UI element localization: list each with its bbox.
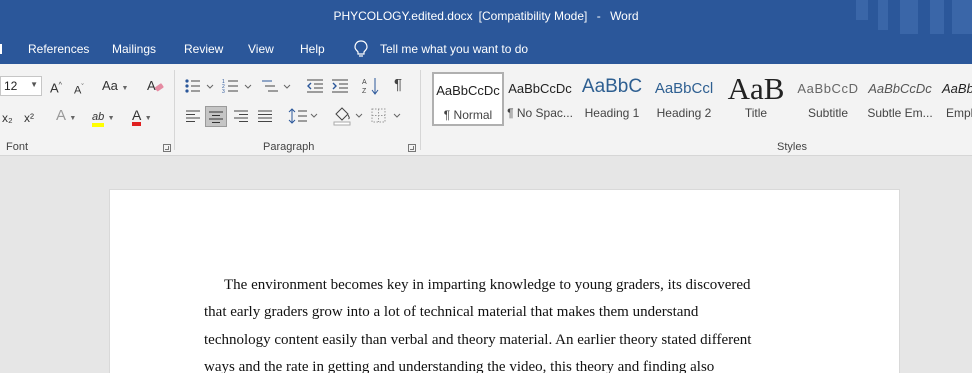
highlight-button[interactable]: ab ▼ (92, 108, 115, 127)
grow-font-button[interactable]: A^ (50, 78, 62, 96)
decrease-indent-icon[interactable] (306, 78, 324, 94)
highlight-label: ab (92, 111, 105, 123)
bullets-icon[interactable] (184, 78, 216, 94)
borders-icon[interactable] (370, 107, 404, 125)
svg-text:Z: Z (362, 88, 367, 95)
tab-view[interactable]: View (248, 42, 274, 56)
svg-text:A: A (362, 79, 367, 86)
document-name: PHYCOLOGY.edited.docx (333, 9, 473, 23)
style-name: Subtitle (807, 106, 849, 120)
style-no-spacing[interactable]: AaBbCcDc ¶ No Spac... (504, 72, 576, 126)
justify-icon[interactable] (256, 108, 274, 124)
document-paragraph[interactable]: The environment becomes key in imparting… (204, 272, 804, 373)
paragraph-line: The environment becomes key in imparting… (224, 277, 751, 293)
styles-group-label: Styles (777, 141, 807, 153)
font-size-value: 12 (4, 79, 18, 93)
shading-icon[interactable] (332, 106, 366, 126)
document-page[interactable]: The environment becomes key in imparting… (109, 189, 900, 373)
font-dialog-launcher[interactable] (163, 144, 171, 152)
font-color-icon: A (132, 107, 142, 126)
paragraph-group-label: Paragraph (263, 141, 315, 153)
style-preview: AaBbCcDc (508, 81, 572, 96)
multilevel-list-icon[interactable] (260, 78, 292, 94)
compatibility-mode: [Compatibility Mode] (478, 9, 588, 23)
style-normal[interactable]: AaBbCcDc ¶ Normal (432, 72, 504, 126)
style-name: Heading 2 (656, 106, 712, 120)
change-case-label: Aa (102, 78, 118, 93)
font-size-box[interactable]: 12 ▼ (0, 76, 42, 96)
shrink-font-button[interactable]: Aˇ (74, 80, 84, 99)
style-preview: AaBbCcDc (868, 81, 932, 96)
text-effects-label: A (56, 107, 66, 124)
style-heading-1[interactable]: AaBbC Heading 1 (576, 72, 648, 126)
style-preview: AaBb (942, 81, 972, 96)
style-preview: AaBbCcDc (436, 83, 500, 98)
style-subtle-emphasis[interactable]: AaBbCcDc Subtle Em... (864, 72, 936, 126)
style-preview: AaBbC (581, 76, 643, 97)
align-right-icon[interactable] (232, 108, 250, 124)
font-group-label: Font (6, 141, 29, 153)
style-name: ¶ Normal (443, 108, 493, 122)
font-color-button[interactable]: A ▼ (132, 108, 152, 127)
tell-me-search[interactable]: Tell me what you want to do (380, 42, 528, 56)
grow-font-label: A (50, 80, 59, 96)
style-title[interactable]: AaB Title (720, 72, 792, 126)
font-color-label: A (132, 107, 142, 123)
paragraph-line: technology content easily than verbal an… (204, 331, 752, 348)
title-bar: PHYCOLOGY.edited.docx [Compatibility Mode… (0, 0, 972, 34)
tab-references[interactable]: References (28, 42, 89, 56)
chevron-down-icon[interactable]: ▼ (30, 80, 38, 89)
ribbon: 12 ▼ A^ Aˇ Aa ▼ A x₂ x² A ▼ ab ▼ A ▼ Fon… (0, 64, 972, 156)
clear-formatting-icon[interactable]: A (146, 77, 164, 95)
window-title: PHYCOLOGY.edited.docx [Compatibility Mode… (0, 9, 972, 23)
style-emphasis[interactable]: AaBb Empl (936, 72, 972, 126)
style-preview: AaBbCcl (654, 80, 714, 97)
group-separator (174, 70, 175, 150)
tab-mailings[interactable]: Mailings (112, 42, 156, 56)
style-name: Empl (946, 106, 972, 120)
tab-help[interactable]: Help (300, 42, 325, 56)
caret-up-icon: ^ (58, 82, 62, 89)
chevron-down-icon: ▼ (121, 85, 129, 92)
style-name: Heading 1 (584, 106, 640, 120)
tab-fragment[interactable] (0, 44, 2, 54)
group-separator (420, 70, 421, 150)
paragraph-dialog-launcher[interactable] (408, 144, 416, 152)
ribbon-tabs: References Mailings Review View Help Tel… (0, 34, 972, 64)
increase-indent-icon[interactable] (331, 78, 349, 94)
align-center-icon (209, 111, 223, 123)
text-effects-button[interactable]: A ▼ (56, 108, 76, 127)
chevron-down-icon: ▼ (144, 115, 152, 122)
paragraph-line: that early graders grow into a lot of te… (204, 304, 699, 321)
align-left-icon[interactable] (184, 108, 202, 124)
style-preview: AaB (727, 72, 785, 106)
style-preview: AaBbCcD (797, 81, 859, 96)
align-center-button[interactable] (205, 106, 227, 127)
style-heading-2[interactable]: AaBbCcl Heading 2 (648, 72, 720, 126)
chevron-down-icon: ▼ (107, 115, 115, 122)
app-name: Word (610, 9, 639, 23)
style-name: ¶ No Spac... (507, 106, 573, 120)
title-separator: - (596, 9, 601, 23)
svg-text:3: 3 (222, 89, 225, 94)
paragraph-line: ways and the rate in getting and underst… (204, 359, 715, 373)
tab-review[interactable]: Review (184, 42, 223, 56)
subscript-button[interactable]: x₂ (2, 110, 13, 126)
change-case-button[interactable]: Aa ▼ (102, 78, 128, 97)
superscript-button[interactable]: x² (24, 110, 34, 126)
style-subtitle[interactable]: AaBbCcD Subtitle (792, 72, 864, 126)
sort-icon[interactable]: A Z (362, 76, 380, 96)
style-name: Title (744, 106, 768, 120)
highlighter-icon: ab (92, 111, 105, 127)
numbering-icon[interactable]: 1 2 3 (222, 78, 254, 94)
style-name: Subtle Em... (867, 106, 933, 120)
svg-text:A: A (147, 78, 156, 93)
line-spacing-icon[interactable] (288, 107, 320, 125)
document-canvas[interactable]: The environment becomes key in imparting… (0, 157, 972, 373)
lightbulb-icon[interactable] (354, 40, 368, 58)
caret-down-icon: ˇ (81, 84, 84, 91)
chevron-down-icon: ▼ (69, 115, 77, 122)
show-formatting-marks-button[interactable]: ¶ (394, 77, 402, 93)
